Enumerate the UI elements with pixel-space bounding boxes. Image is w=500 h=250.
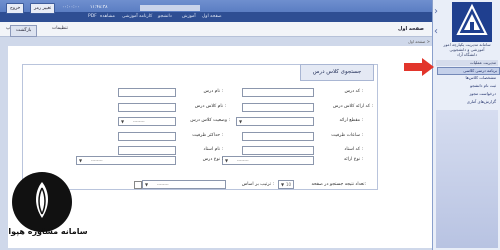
results-per-page-select[interactable]: 10 (278, 180, 294, 189)
results-per-page-label: تعداد نتیجه جستجو در صفحه: (311, 182, 366, 187)
offer-type-select[interactable]: -------- (222, 156, 314, 165)
search-legend: جستجوی کلاس درس (300, 64, 374, 81)
logo-emblem-icon (452, 2, 492, 42)
highlight-arrow-icon (422, 58, 434, 76)
search-panel (22, 64, 378, 190)
sort-select[interactable]: -------- (142, 180, 226, 189)
menu-item-view[interactable]: مشاهده (100, 13, 115, 21)
page-header: بازگشت صفحه اول (8, 24, 430, 38)
menu-item-transcript[interactable]: کارنامه آموزشی (122, 13, 152, 21)
time-readout: ۱۱:۴۸:۳۸ (90, 5, 108, 10)
class-name-input[interactable] (118, 103, 176, 112)
brand-emblem-icon (36, 182, 48, 218)
breadcrumb[interactable]: صفحه اول > (360, 39, 430, 44)
course-name-label: نام درس : (203, 89, 223, 94)
menu-item-home[interactable]: صفحه اول (202, 13, 222, 21)
course-type-label: نوع درس : (202, 157, 223, 162)
offer-type-label: نوع ارائه : (344, 157, 363, 162)
teacher-code-label: کد استاد : (344, 147, 363, 152)
menu-item-pdf[interactable]: PDF (88, 13, 97, 21)
max-capacity-label: حداکثر ظرفیت : (192, 133, 223, 138)
level-select[interactable] (236, 117, 314, 126)
course-type-select[interactable]: -------- (76, 156, 176, 165)
sidebar-section-head: مدیریت عملیات (436, 60, 498, 66)
sidebar-item-class-details[interactable]: مشخصات کلاس‌ها (437, 75, 498, 81)
sidebar-item-statistics[interactable]: گزارش‌های آماری (437, 99, 498, 105)
course-code-label: کد درس : (344, 89, 363, 94)
brand-text: سامانه مشاوره هپوا (8, 227, 88, 236)
page-title: صفحه اول (398, 26, 424, 32)
teacher-name-input[interactable] (118, 146, 176, 155)
capacity-hours-label: ساعات ظرفیت : (331, 133, 363, 138)
institution-name: سامانه مدیریت یکپارچه امور آموزشی و دانش… (436, 42, 498, 58)
teacher-code-input[interactable] (242, 146, 314, 155)
teacher-name-label: نام استاد : (203, 147, 223, 152)
clock-readout: ۰۰:۰۰:۰۰ (62, 5, 80, 10)
change-password-button[interactable]: تغییر رمز (30, 3, 56, 14)
class-status-select[interactable]: -------- (118, 117, 176, 126)
class-code-label: کد ارائه کلاس درس : (332, 104, 373, 109)
chevron-left-icon[interactable]: ‹ (434, 26, 438, 37)
logout-button[interactable]: خروج (6, 3, 25, 14)
sidebar-item-permit-request[interactable]: درخواست مجوز (437, 91, 498, 97)
sidebar-item-student-registration[interactable]: ثبت نام دانشجو (437, 83, 498, 89)
capacity-hours-input[interactable] (242, 132, 314, 141)
sort-checkbox[interactable] (134, 181, 142, 189)
class-name-label: نام کلاس درس : (194, 104, 226, 109)
chevron-right-icon[interactable]: › (434, 6, 438, 17)
class-status-label: وضعیت کلاس درس : (190, 118, 230, 123)
class-code-input[interactable] (242, 103, 314, 112)
course-code-input[interactable] (242, 88, 314, 97)
back-button[interactable]: بازگشت (10, 25, 38, 37)
sort-label: ترتیب بر اساس : (241, 182, 274, 187)
institution-line-3: دانشگاه آزاد (456, 52, 478, 57)
course-name-input[interactable] (118, 88, 176, 97)
level-label: مقطع ارائه : (339, 118, 364, 123)
user-info (140, 5, 200, 11)
sidebar-background (436, 110, 498, 248)
university-logo (452, 2, 492, 42)
sidebar-item-class-schedule[interactable]: برنامه درسی کلاسی (437, 67, 500, 75)
highlight-arrow-shaft (404, 63, 424, 71)
menu-item-student[interactable]: دانشجو (158, 13, 172, 21)
max-capacity-input[interactable] (118, 132, 176, 141)
menu-item-education[interactable]: آموزش (182, 13, 196, 21)
